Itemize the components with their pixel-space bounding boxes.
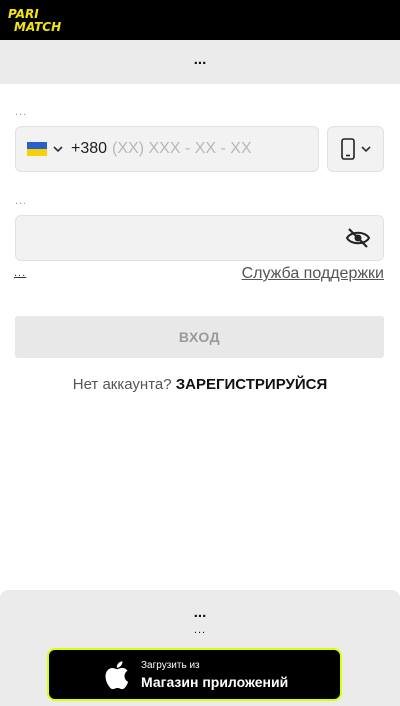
store-name: Магазин приложений — [141, 673, 289, 690]
register-row: Нет аккаунта? ЗАРЕГИСТРИРУЙСЯ — [0, 376, 400, 393]
phone-label: ... — [15, 106, 28, 118]
eye-slash-icon[interactable] — [345, 227, 371, 249]
login-button[interactable]: ВХОД — [15, 316, 384, 358]
chevron-down-icon — [360, 146, 371, 153]
svg-text:PARI: PARI — [8, 7, 39, 21]
password-input[interactable] — [16, 216, 345, 260]
chevron-down-icon[interactable] — [53, 144, 63, 154]
apple-icon — [105, 660, 129, 689]
register-question: Нет аккаунта? — [72, 376, 172, 393]
flag-ukraine-icon[interactable] — [27, 142, 47, 156]
forgot-password-link[interactable]: ... — [14, 267, 26, 279]
tab-label[interactable]: ... — [194, 51, 207, 68]
svg-text:MATCH: MATCH — [14, 20, 61, 33]
store-caption: Загрузить из — [141, 659, 200, 671]
password-field — [15, 215, 384, 261]
top-bar: PARI MATCH — [0, 0, 400, 40]
mobile-phone-icon — [340, 138, 355, 160]
phone-field: +380 — [15, 126, 319, 172]
register-link[interactable]: ЗАРЕГИСТРИРУЙСЯ — [176, 376, 327, 393]
parimatch-logo[interactable]: PARI MATCH — [8, 7, 86, 33]
dial-code: +380 — [71, 140, 108, 157]
tab-bar: ... — [0, 40, 400, 84]
footer-subtitle: ... — [193, 624, 207, 636]
footer-title: ... — [193, 604, 207, 621]
login-method-dropdown[interactable] — [327, 126, 384, 172]
app-store-button[interactable]: Загрузить из Магазин приложений — [47, 648, 342, 701]
password-label: ... — [15, 195, 28, 207]
phone-input[interactable] — [112, 140, 293, 158]
support-link[interactable]: Служба поддержки — [242, 265, 384, 283]
